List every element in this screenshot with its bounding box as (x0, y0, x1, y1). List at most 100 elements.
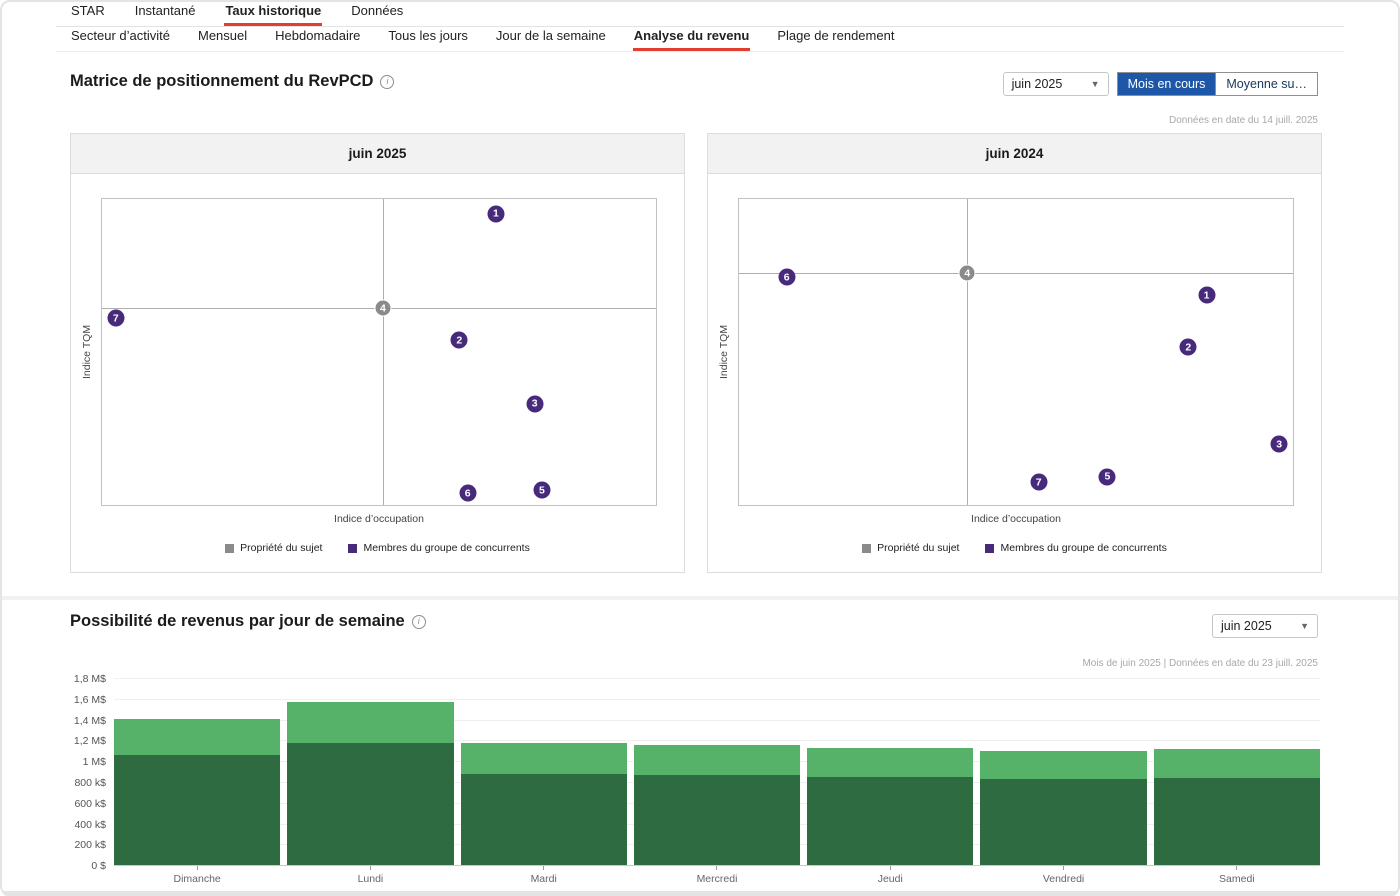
x-axis-category-label: Vendredi (1042, 873, 1085, 885)
nav-item[interactable]: STAR (70, 0, 106, 26)
bar-segment-base (460, 773, 627, 866)
bar-segment-base (633, 774, 801, 866)
revenue-controls: juin 2025 ▼ (1212, 614, 1318, 638)
legend-label: Propriété du sujet (877, 542, 960, 554)
x-axis-category-label: Mercredi (696, 873, 738, 885)
matrix-point-1[interactable]: 1 (1198, 286, 1216, 304)
matrix-month-select-value: juin 2025 (1011, 77, 1063, 91)
axis-tick (1236, 866, 1238, 870)
revenue-xlabels: Dimanche Lundi Mardi Mercredi Jeudi Vendredi S… (114, 866, 1320, 885)
axis-tick (369, 866, 371, 870)
revenue-yaxis: 0 $ 200 k$ 400 k$ 600 k$ 800 k$ 1 M$ 1,2 M$ 1,4… (70, 673, 106, 872)
matrix-plot-0: 1 2 3 4 5 6 7 (101, 198, 657, 506)
x-axis-category: Mardi (461, 866, 627, 885)
quadrant-line-vertical (382, 199, 384, 505)
y-tick-label: 800 k$ (74, 776, 106, 789)
primary-nav: STAR Instantané Taux historique Données (56, 0, 1344, 27)
axis-tick (543, 866, 545, 870)
legend-label: Membres du groupe de concurrents (363, 542, 530, 554)
axis-tick (889, 866, 891, 870)
bar-dimanche[interactable] (114, 674, 281, 866)
revenue-data-note: Mois de juin 2025 | Données en date du 2… (1082, 658, 1318, 669)
matrix-card-prior: juin 2024 Indice TQM 1 2 3 4 5 6 7 Indice d’oc… (707, 133, 1322, 573)
x-axis-category-label: Jeudi (877, 873, 903, 885)
bar-segment-opportunity (980, 750, 1147, 779)
x-axis-category-label: Samedi (1219, 873, 1255, 885)
bar-mercredi[interactable] (633, 674, 801, 866)
matrix-point-7[interactable]: 7 (1030, 473, 1048, 491)
x-axis-label: Indice d’occupation (334, 513, 424, 525)
y-tick-label: 1 M$ (82, 756, 106, 769)
x-axis-category: Jeudi (807, 866, 973, 885)
matrix-point-3[interactable]: 3 (1270, 435, 1288, 453)
page-title: Matrice de positionnement du RevPCD (70, 72, 374, 90)
matrix-point-6[interactable]: 6 (459, 484, 477, 502)
matrix-point-4[interactable]: 4 (958, 264, 976, 282)
info-icon[interactable]: i (380, 74, 395, 89)
nav-item[interactable]: Tous les jours (387, 24, 468, 51)
info-icon[interactable]: i (411, 614, 426, 629)
matrix-point-5[interactable]: 5 (533, 481, 551, 499)
nav-item[interactable]: Hebdomadaire (274, 24, 361, 51)
matrix-legend: Propriété du sujet Membres du groupe de c… (71, 542, 684, 554)
matrix-point-7[interactable]: 7 (107, 309, 125, 327)
nav-item[interactable]: Secteur d’activité (70, 24, 171, 51)
x-axis-category: Dimanche (114, 866, 280, 885)
nav-item[interactable]: Taux historique (224, 0, 323, 26)
matrix-section-title-row: Matrice de positionnement du RevPCD i (70, 72, 395, 91)
nav-item[interactable]: Plage de rendement (776, 24, 895, 51)
nav-item[interactable]: Jour de la semaine (495, 24, 607, 51)
legend-item: Membres du groupe de concurrents (985, 542, 1167, 554)
revenue-month-select-value: juin 2025 (1221, 619, 1272, 633)
matrix-point-4[interactable]: 4 (374, 299, 392, 317)
matrix-point-1[interactable]: 1 (487, 205, 505, 223)
matrix-point-6[interactable]: 6 (778, 268, 796, 286)
bar-vendredi[interactable] (980, 674, 1147, 866)
quadrant-line-vertical (967, 199, 969, 505)
nav-item[interactable]: Mensuel (197, 24, 248, 51)
legend-label: Propriété du sujet (240, 542, 323, 554)
y-tick-label: 1,6 M$ (73, 693, 106, 706)
legend-item: Propriété du sujet (862, 542, 959, 554)
revenue-month-select[interactable]: juin 2025 ▼ (1212, 614, 1318, 638)
toggle-option[interactable]: Moyenne su… (1215, 73, 1317, 95)
bar-segment-base (980, 778, 1147, 866)
nav-item[interactable]: Analyse du revenu (632, 24, 751, 51)
matrix-card-current: juin 2025 Indice TQM 1 2 3 4 5 6 7 Indice d’oc… (70, 133, 685, 573)
matrix-plot-1: 1 2 3 4 5 6 7 (738, 198, 1294, 506)
matrix-point-2[interactable]: 2 (450, 331, 468, 349)
secondary-nav: Secteur d’activité Mensuel Hebdomadaire Tou… (56, 27, 1344, 52)
nav-item[interactable]: Données (350, 0, 404, 26)
bar-jeudi[interactable] (807, 674, 974, 866)
bar-mardi[interactable] (460, 674, 627, 866)
matrix-mode-toggle: Mois en cours Moyenne su… (1116, 72, 1318, 96)
x-axis-category: Lundi (287, 866, 453, 885)
y-tick-label: 400 k$ (74, 818, 106, 831)
matrix-card-title: juin 2025 (71, 134, 684, 174)
x-axis-category: Vendredi (980, 866, 1146, 885)
axis-tick (196, 866, 198, 870)
matrix-month-select[interactable]: juin 2025 ▼ (1002, 72, 1109, 96)
x-axis-category: Samedi (1154, 866, 1320, 885)
matrix-point-3[interactable]: 3 (526, 395, 544, 413)
x-axis-category-label: Lundi (357, 873, 384, 885)
legend-swatch (348, 543, 358, 553)
matrix-point-2[interactable]: 2 (1179, 338, 1197, 356)
chevron-down-icon: ▼ (1300, 621, 1309, 631)
section-divider (2, 596, 1398, 600)
matrix-legend: Propriété du sujet Membres du groupe de c… (708, 542, 1321, 554)
y-tick-label: 600 k$ (74, 797, 106, 810)
legend-swatch (985, 543, 995, 553)
nav-item[interactable]: Instantané (134, 0, 197, 26)
bar-segment-opportunity (1153, 748, 1320, 778)
legend-swatch (225, 543, 235, 553)
bar-samedi[interactable] (1153, 674, 1320, 866)
legend-swatch (862, 543, 872, 553)
x-axis-category: Mercredi (634, 866, 800, 885)
x-axis-label: Indice d’occupation (971, 513, 1061, 525)
toggle-option[interactable]: Mois en cours (1117, 73, 1216, 95)
bar-lundi[interactable] (287, 674, 454, 866)
matrix-point-5[interactable]: 5 (1098, 468, 1116, 486)
revenue-chart: 0 $ 200 k$ 400 k$ 600 k$ 800 k$ 1 M$ 1,2 M$ 1,4… (70, 673, 1320, 890)
window-bottom-edge (2, 891, 1398, 896)
